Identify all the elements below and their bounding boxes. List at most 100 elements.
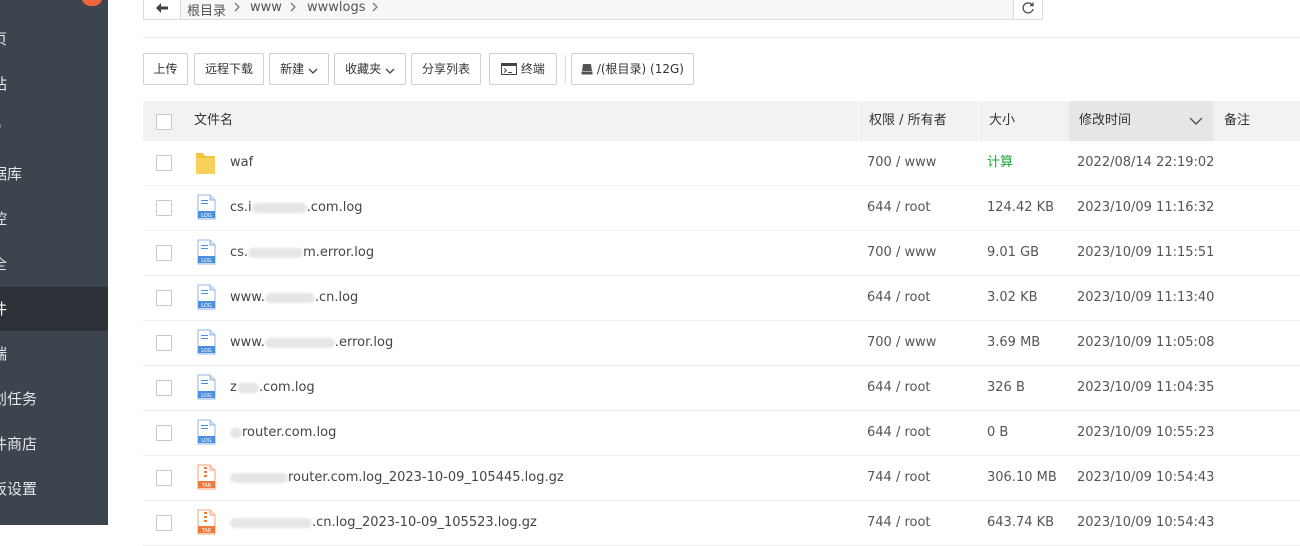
share-list-button[interactable]: 分享列表 xyxy=(411,53,481,85)
column-divider xyxy=(858,101,859,141)
sidebar: 页 站 P 据库 控 全 件 端 划任务 件商店 板设置 xyxy=(0,0,108,525)
header-note[interactable]: 备注 xyxy=(1224,101,1250,141)
table-row[interactable]: TAR .cn.log_2023-10-09_105523.log.gz 744 /… xyxy=(143,501,1300,546)
file-permission[interactable]: 700 / www xyxy=(867,141,936,185)
sidebar-item-database[interactable]: 据库 xyxy=(0,152,108,196)
redacted-text xyxy=(230,427,242,438)
file-name[interactable]: cs. m.error.log xyxy=(230,231,374,275)
file-name[interactable]: z .com.log xyxy=(230,366,315,410)
table-row[interactable]: LOG www. .error.log 700 / www 3.69 MB 2023/10… xyxy=(143,321,1300,366)
remote-download-button[interactable]: 远程下载 xyxy=(194,53,264,85)
file-name[interactable]: router.com.log_2023-10-09_105445.log.gz xyxy=(230,456,564,500)
sidebar-item-settings[interactable]: 板设置 xyxy=(0,467,108,511)
sidebar-item-files[interactable]: 件 xyxy=(0,287,108,331)
row-checkbox[interactable] xyxy=(156,515,172,531)
file-permission[interactable]: 644 / root xyxy=(867,366,931,410)
file-permission[interactable]: 644 / root xyxy=(867,186,931,230)
breadcrumb-wwwlogs[interactable]: wwwlogs xyxy=(307,0,366,15)
row-checkbox[interactable] xyxy=(156,380,172,396)
table-row[interactable]: LOG cs. m.error.log 700 / www 9.01 GB 2023/10… xyxy=(143,231,1300,276)
file-size: 306.10 MB xyxy=(987,470,1057,485)
chevron-down-icon xyxy=(385,68,395,74)
row-checkbox[interactable] xyxy=(156,245,172,261)
row-checkbox[interactable] xyxy=(156,290,172,306)
svg-text:LOG: LOG xyxy=(201,348,212,354)
favorites-dropdown-button[interactable]: 收藏夹 xyxy=(334,53,406,85)
row-checkbox[interactable] xyxy=(156,155,172,171)
breadcrumb-root[interactable]: 根目录 xyxy=(187,0,226,19)
sidebar-item-home[interactable]: 页 xyxy=(0,17,108,61)
refresh-button[interactable] xyxy=(1013,0,1042,19)
table-row[interactable]: LOG www. .cn.log 644 / root 3.02 KB 2023/10/0… xyxy=(143,276,1300,321)
header-size[interactable]: 大小 xyxy=(989,101,1015,141)
table-row[interactable]: LOG cs.i .com.log 644 / root 124.42 KB 2023/1… xyxy=(143,186,1300,231)
sidebar-item-website[interactable]: 站 xyxy=(0,62,108,106)
sidebar-item-terminal[interactable]: 端 xyxy=(0,332,108,376)
redacted-text xyxy=(230,472,288,483)
log-file-icon: LOG xyxy=(197,374,216,400)
log-file-icon: LOG xyxy=(197,329,216,355)
file-permission[interactable]: 744 / root xyxy=(867,456,931,500)
sidebar-item-appstore[interactable]: 件商店 xyxy=(0,422,108,466)
file-name[interactable]: router.com.log xyxy=(230,411,336,455)
disk-button[interactable]: /(根目录) (12G) xyxy=(571,53,694,85)
divider xyxy=(143,37,1300,38)
file-permission[interactable]: 644 / root xyxy=(867,276,931,320)
sidebar-item-cron[interactable]: 划任务 xyxy=(0,377,108,421)
file-size: 9.01 GB xyxy=(987,245,1040,260)
file-mtime: 2023/10/09 10:55:23 xyxy=(1077,425,1215,440)
notification-badge xyxy=(82,0,102,6)
calculate-size-link[interactable]: 计算 xyxy=(987,141,1013,185)
file-name[interactable]: waf xyxy=(230,141,253,185)
row-checkbox[interactable] xyxy=(156,425,172,441)
file-permission[interactable]: 700 / www xyxy=(867,231,936,275)
redacted-text xyxy=(251,202,307,213)
file-name[interactable]: .cn.log_2023-10-09_105523.log.gz xyxy=(230,501,537,545)
back-button[interactable] xyxy=(144,0,181,19)
file-permission[interactable]: 700 / www xyxy=(867,321,936,365)
table-row[interactable]: LOG z .com.log 644 / root 326 B 2023/10/09 11… xyxy=(143,366,1300,411)
sidebar-item-monitor[interactable]: 控 xyxy=(0,197,108,241)
file-name[interactable]: www. .error.log xyxy=(230,321,393,365)
folder-icon xyxy=(196,153,215,174)
file-name[interactable]: www. .cn.log xyxy=(230,276,358,320)
svg-text:LOG: LOG xyxy=(201,258,212,264)
breadcrumb-www[interactable]: www xyxy=(250,0,282,15)
svg-text:LOG: LOG xyxy=(201,438,212,444)
header-permission[interactable]: 权限 / 所有者 xyxy=(869,101,947,141)
file-size: 3.69 MB xyxy=(987,335,1041,350)
new-dropdown-button[interactable]: 新建 xyxy=(269,53,329,85)
chevron-right-icon xyxy=(290,2,296,12)
file-mtime: 2023/10/09 11:05:08 xyxy=(1077,335,1215,350)
disk-icon xyxy=(581,64,593,75)
row-checkbox[interactable] xyxy=(156,470,172,486)
chevron-down-icon xyxy=(308,68,318,74)
terminal-button[interactable]: 终端 xyxy=(489,53,557,85)
row-checkbox[interactable] xyxy=(156,200,172,216)
header-filename[interactable]: 文件名 xyxy=(194,101,233,141)
redacted-text xyxy=(230,517,312,528)
table-row[interactable]: TAR router.com.log_2023-10-09_105445.log.… xyxy=(143,456,1300,501)
file-mtime: 2022/08/14 22:19:02 xyxy=(1077,155,1215,170)
sidebar-item-security[interactable]: 全 xyxy=(0,242,108,286)
header-mtime[interactable]: 修改时间 xyxy=(1079,101,1131,141)
table-row[interactable]: waf 700 / www 计算 2022/08/14 22:19:02 xyxy=(143,141,1300,186)
chevron-right-icon xyxy=(234,2,240,12)
sidebar-item-ftp[interactable]: P xyxy=(0,107,108,151)
path-bar[interactable]: 根目录 www wwwlogs xyxy=(143,0,1043,20)
archive-file-icon: TAR xyxy=(197,464,216,490)
file-mtime: 2023/10/09 10:54:43 xyxy=(1077,470,1215,485)
row-checkbox[interactable] xyxy=(156,335,172,351)
file-permission[interactable]: 744 / root xyxy=(867,501,931,545)
file-mtime: 2023/10/09 11:04:35 xyxy=(1077,380,1215,395)
upload-button[interactable]: 上传 xyxy=(143,53,188,85)
redacted-text xyxy=(236,382,259,393)
table-row[interactable]: LOG router.com.log 644 / root 0 B 2023/10/09… xyxy=(143,411,1300,456)
file-mtime: 2023/10/09 11:13:40 xyxy=(1077,290,1215,305)
sort-descending-icon[interactable] xyxy=(1189,117,1203,125)
file-permission[interactable]: 644 / root xyxy=(867,411,931,455)
log-file-icon: LOG xyxy=(197,284,216,310)
svg-text:LOG: LOG xyxy=(201,393,212,399)
select-all-checkbox[interactable] xyxy=(156,114,172,130)
file-name[interactable]: cs.i .com.log xyxy=(230,186,363,230)
